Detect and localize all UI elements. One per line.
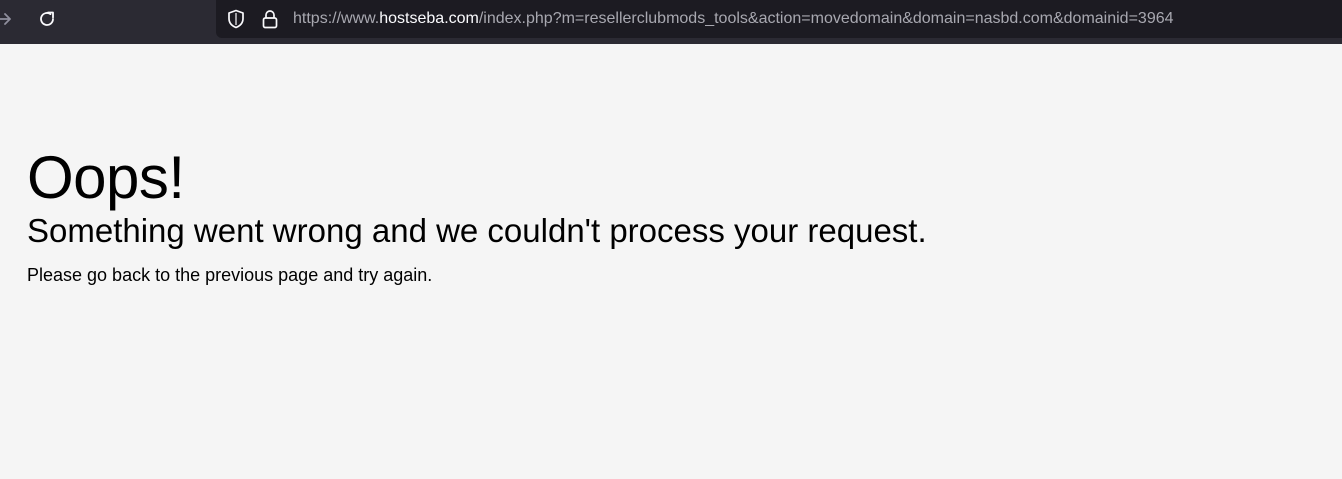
site-security-button[interactable] bbox=[261, 8, 279, 30]
error-content: Oops! Something went wrong and we couldn… bbox=[27, 144, 1307, 286]
tracking-protection-button[interactable] bbox=[226, 8, 246, 30]
error-subheading: Something went wrong and we couldn't pro… bbox=[27, 212, 927, 249]
url-text[interactable]: https://www.hostseba.com/index.php?m=res… bbox=[293, 9, 1174, 29]
error-message: Please go back to the previous page and … bbox=[27, 265, 433, 285]
forward-button[interactable] bbox=[0, 8, 14, 30]
browser-toolbar: https://www.hostseba.com/index.php?m=res… bbox=[0, 0, 1342, 44]
reload-icon bbox=[40, 11, 54, 26]
error-heading: Oops! bbox=[27, 144, 185, 211]
shield-icon bbox=[228, 9, 244, 29]
reload-button[interactable] bbox=[34, 6, 60, 32]
url-path: /index.php?m=resellerclubmods_tools&acti… bbox=[478, 10, 1174, 27]
url-prefix: https://www. bbox=[293, 10, 380, 27]
lock-icon bbox=[262, 10, 278, 29]
url-domain: hostseba.com bbox=[379, 10, 479, 27]
address-bar[interactable]: https://www.hostseba.com/index.php?m=res… bbox=[216, 0, 1342, 38]
arrow-right-icon bbox=[0, 13, 11, 25]
